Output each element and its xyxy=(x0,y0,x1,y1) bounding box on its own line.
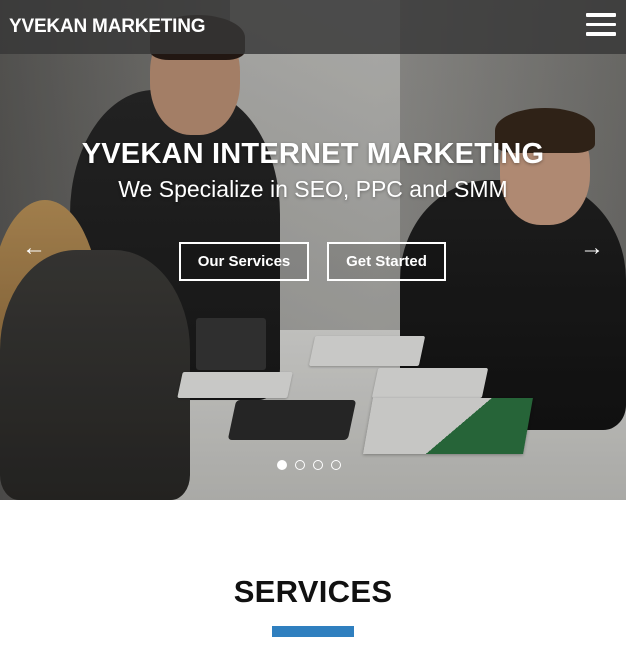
carousel-dot[interactable] xyxy=(331,460,341,470)
hero-overlay xyxy=(0,0,626,500)
hamburger-menu-icon[interactable] xyxy=(586,13,616,39)
brand-logo[interactable]: YVEKAN MARKETING xyxy=(9,16,206,38)
our-services-button[interactable]: Our Services xyxy=(179,242,309,281)
hero-carousel: YVEKAN MARKETING YVEKAN INTERNET MARKETI… xyxy=(0,0,626,500)
carousel-dot[interactable] xyxy=(313,460,323,470)
hero-subtitle: We Specialize in SEO, PPC and SMM xyxy=(118,176,508,202)
site-header: YVEKAN MARKETING xyxy=(0,0,626,54)
carousel-dot[interactable] xyxy=(277,460,287,470)
services-underline xyxy=(272,626,354,637)
hero-title: YVEKAN INTERNET MARKETING xyxy=(81,138,545,170)
services-heading: SERVICES xyxy=(233,574,393,609)
arrow-left-icon[interactable]: ← xyxy=(22,236,46,260)
carousel-indicators xyxy=(277,460,341,470)
arrow-right-icon[interactable]: → xyxy=(580,236,604,260)
carousel-dot[interactable] xyxy=(295,460,305,470)
get-started-button[interactable]: Get Started xyxy=(327,242,446,281)
